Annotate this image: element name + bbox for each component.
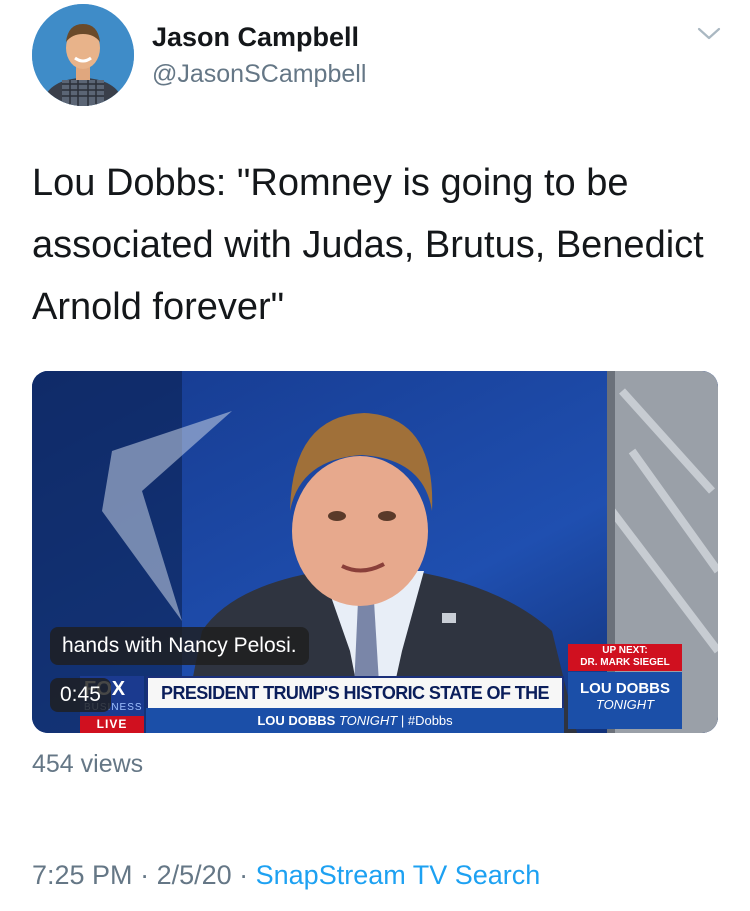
up-next-guest: DR. MARK SIEGEL bbox=[580, 657, 670, 668]
show-logo: LOU DOBBS TONIGHT bbox=[568, 672, 682, 729]
up-next-label: UP NEXT: bbox=[602, 645, 648, 656]
tweet-date[interactable]: 2/5/20 bbox=[157, 860, 232, 890]
view-count: 454 views bbox=[32, 750, 144, 778]
user-handle[interactable]: @JasonSCampbell bbox=[152, 60, 366, 89]
avatar[interactable] bbox=[32, 4, 134, 106]
ticker-show-suffix: TONIGHT bbox=[338, 713, 398, 728]
avatar-image bbox=[32, 4, 134, 106]
video-duration: 0:45 bbox=[50, 678, 111, 712]
ticker-hashtag: | #Dobbs bbox=[400, 713, 453, 728]
video-player[interactable]: hands with Nancy Pelosi. FOX BUSINESS LI… bbox=[32, 371, 718, 733]
tweet-text: Lou Dobbs: "Romney is going to be associ… bbox=[32, 162, 713, 328]
chevron-down-icon[interactable] bbox=[692, 22, 726, 46]
tweet-meta: 7:25 PM · 2/5/20 · SnapStream TV Search bbox=[32, 860, 540, 891]
show-logo-title: LOU DOBBS bbox=[580, 680, 670, 697]
tweet-time[interactable]: 7:25 PM bbox=[32, 860, 133, 890]
tweet-source-link[interactable]: SnapStream TV Search bbox=[256, 860, 541, 890]
up-next-badge: UP NEXT: DR. MARK SIEGEL bbox=[568, 644, 682, 671]
show-logo-sub: TONIGHT bbox=[595, 697, 655, 712]
meta-separator: · bbox=[231, 860, 256, 890]
meta-separator: · bbox=[132, 860, 157, 890]
ticker-show-name: LOU DOBBS bbox=[257, 713, 336, 728]
ticker-subline: LOU DOBBS TONIGHT | #Dobbs bbox=[146, 708, 564, 733]
live-badge: LIVE bbox=[80, 716, 144, 733]
user-name[interactable]: Jason Campbell bbox=[152, 22, 359, 53]
video-caption: hands with Nancy Pelosi. bbox=[50, 627, 309, 665]
ticker-headline: PRESIDENT TRUMP'S HISTORIC STATE OF THE … bbox=[146, 676, 564, 733]
